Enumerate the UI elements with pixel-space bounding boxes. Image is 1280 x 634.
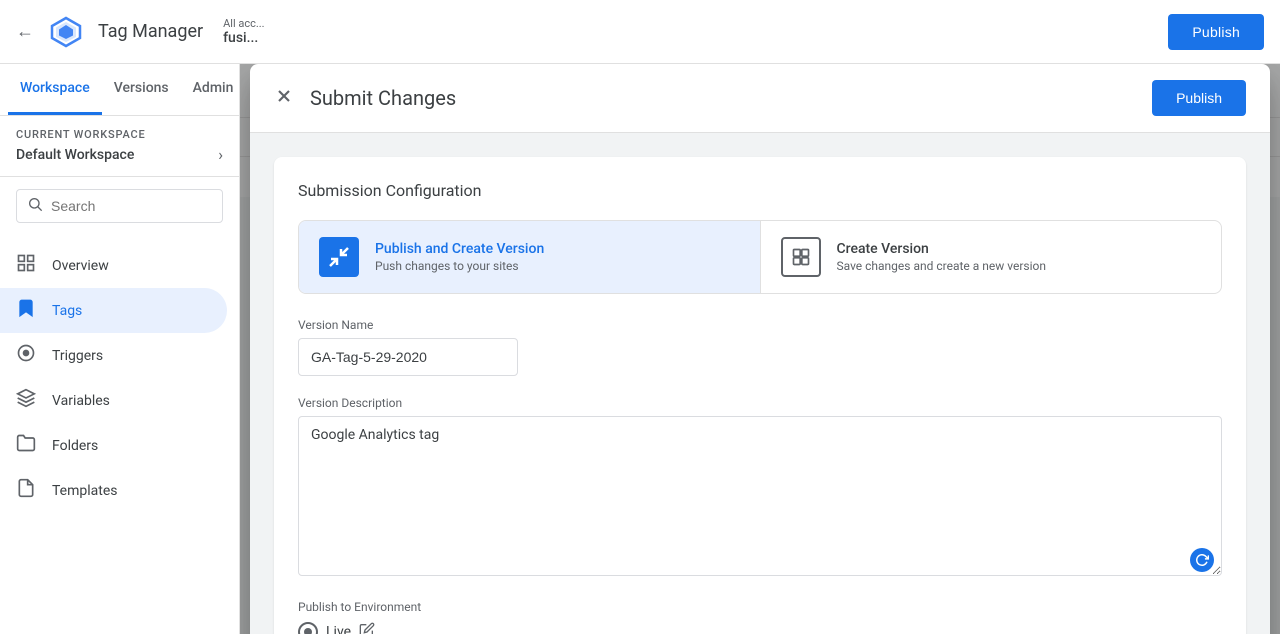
dialog-title: Submit Changes (310, 86, 456, 110)
dialog-close-button[interactable] (274, 86, 294, 111)
app-name: Tag Manager (98, 21, 203, 42)
submission-config-title: Submission Configuration (298, 181, 1222, 200)
nav-items: Overview Tags Triggers (0, 235, 239, 521)
dialog-body: Submission Configuration (250, 133, 1270, 634)
publish-option-text: Publish and Create Version Push changes … (375, 241, 544, 273)
sidebar-item-label-folders: Folders (52, 438, 98, 454)
content-area: Tag Name GA-... Submit Changes Pu (240, 64, 1280, 634)
chevron-right-icon: › (218, 145, 223, 164)
publish-icon (319, 237, 359, 277)
dialog-publish-button[interactable]: Publish (1152, 80, 1246, 116)
textarea-refresh-button[interactable] (1190, 548, 1214, 572)
version-desc-textarea[interactable]: Google Analytics tag (298, 416, 1222, 576)
sidebar-item-folders[interactable]: Folders (0, 423, 227, 468)
sidebar-item-label-overview: Overview (52, 258, 109, 274)
publish-env-section: Publish to Environment Live (298, 600, 1222, 634)
version-name-input[interactable] (298, 338, 518, 376)
workspace-header: CURRENT WORKSPACE Default Workspace › (0, 116, 239, 177)
topbar: ← Tag Manager All acc... fusi... Publish (0, 0, 1280, 64)
search-box[interactable] (16, 189, 223, 223)
account-name-text: fusi... (223, 30, 264, 46)
create-version-option[interactable]: Create Version Save changes and create a… (761, 221, 1222, 293)
bookmark-icon (16, 298, 36, 323)
version-icon (781, 237, 821, 277)
circle-icon (16, 343, 36, 368)
publish-option-desc: Push changes to your sites (375, 259, 544, 273)
publish-env-label: Publish to Environment (298, 600, 1222, 614)
sidebar-item-tags[interactable]: Tags (0, 288, 227, 333)
publish-create-option[interactable]: Publish and Create Version Push changes … (299, 221, 761, 293)
gtm-logo (46, 12, 86, 52)
publish-option-title: Publish and Create Version (375, 241, 544, 257)
search-icon (27, 196, 43, 216)
sidebar: Workspace Versions Admin CURRENT WORKSPA… (0, 64, 240, 634)
env-row: Live (298, 622, 1222, 634)
grid-icon (16, 253, 36, 278)
submission-options: Publish and Create Version Push changes … (298, 220, 1222, 294)
sidebar-item-label-templates: Templates (52, 483, 118, 499)
topbar-publish-button[interactable]: Publish (1168, 14, 1264, 50)
file-icon (16, 478, 36, 503)
tab-versions[interactable]: Versions (102, 64, 181, 115)
sidebar-item-templates[interactable]: Templates (0, 468, 227, 513)
sidebar-tabs: Workspace Versions Admin (0, 64, 239, 116)
env-radio-inner (304, 628, 312, 634)
submission-config-card: Submission Configuration (274, 157, 1246, 634)
tab-admin[interactable]: Admin (181, 64, 240, 115)
sidebar-item-label-triggers: Triggers (52, 348, 103, 364)
env-radio (298, 622, 318, 634)
version-desc-label: Version Description (298, 396, 1222, 410)
back-button[interactable]: ← (16, 21, 34, 42)
env-name-text: Live (326, 624, 351, 634)
folder-icon (16, 433, 36, 458)
dialog-overlay: Submit Changes Publish Submission Config… (240, 64, 1280, 634)
workspace-name-row[interactable]: Default Workspace › (16, 145, 223, 164)
workspace-name: Default Workspace (16, 147, 134, 163)
env-edit-icon[interactable] (359, 622, 375, 634)
account-info: All acc... fusi... (223, 17, 264, 46)
version-desc-container: Google Analytics tag (298, 416, 1222, 580)
sidebar-item-variables[interactable]: Variables (0, 378, 227, 423)
search-input[interactable] (51, 198, 212, 214)
version-option-title: Create Version (837, 241, 1046, 257)
sidebar-item-label-tags: Tags (52, 303, 82, 319)
all-accounts-text: All acc... (223, 17, 264, 30)
version-name-label: Version Name (298, 318, 1222, 332)
version-option-text: Create Version Save changes and create a… (837, 241, 1046, 273)
dialog-header: Submit Changes Publish (250, 64, 1270, 133)
version-name-group: Version Name (298, 318, 1222, 376)
sidebar-item-triggers[interactable]: Triggers (0, 333, 227, 378)
sidebar-item-overview[interactable]: Overview (0, 243, 227, 288)
version-option-desc: Save changes and create a new version (837, 259, 1046, 273)
version-desc-group: Version Description Google Analytics tag (298, 396, 1222, 580)
workspace-label: CURRENT WORKSPACE (16, 128, 223, 141)
submit-changes-dialog: Submit Changes Publish Submission Config… (250, 64, 1270, 634)
tab-workspace[interactable]: Workspace (8, 64, 102, 115)
sidebar-item-label-variables: Variables (52, 393, 110, 409)
layers-icon (16, 388, 36, 413)
